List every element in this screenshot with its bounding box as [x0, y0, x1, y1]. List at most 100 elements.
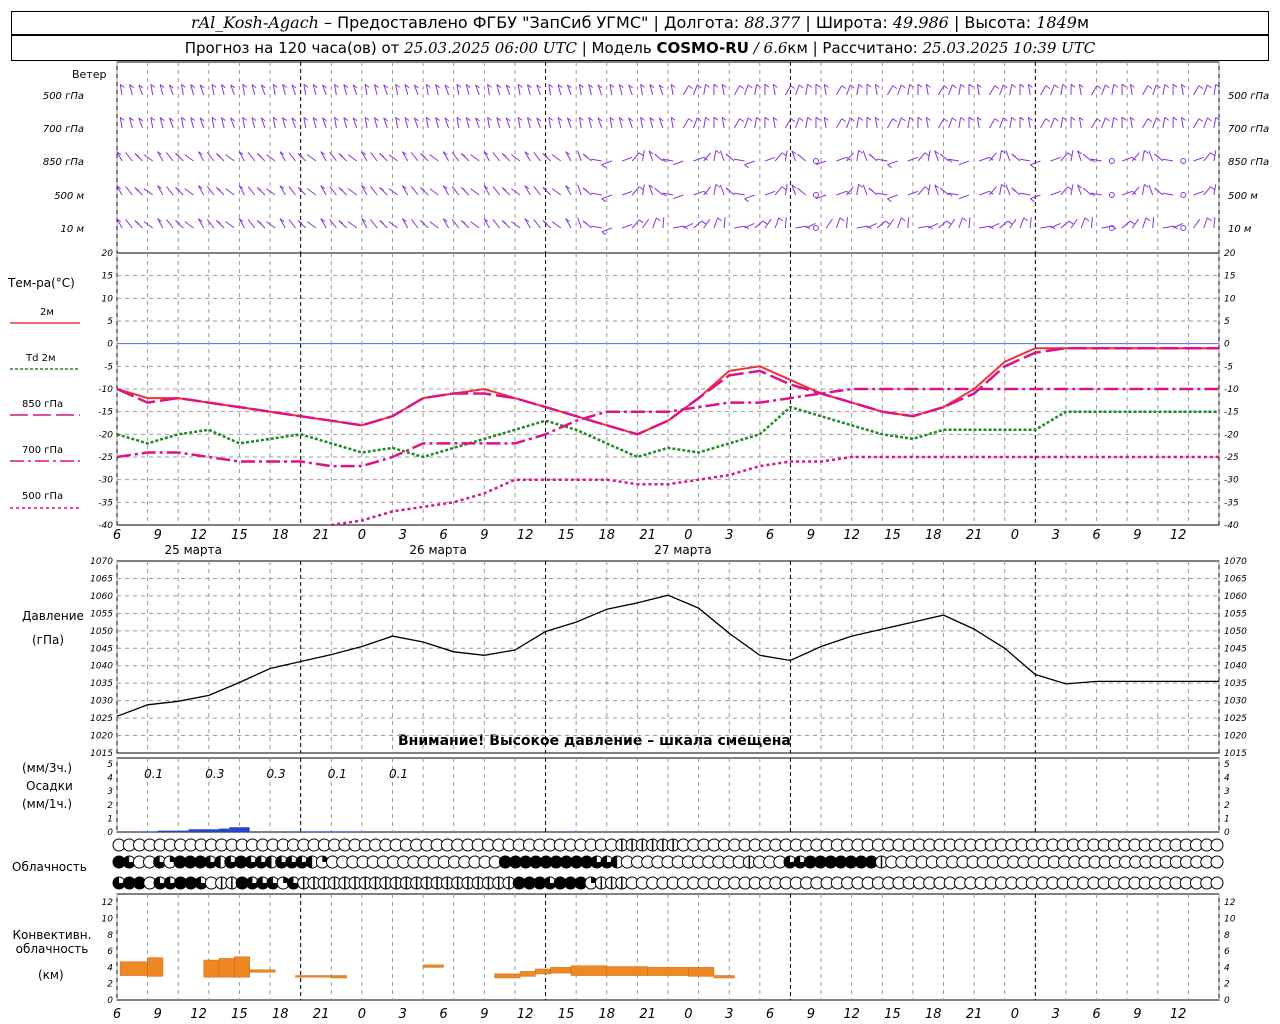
wind-barb	[1152, 217, 1155, 229]
temp-time-tick: 9	[1133, 528, 1141, 543]
wind-barb-feather	[1019, 83, 1025, 88]
wind-barb	[1152, 117, 1157, 129]
wind-barb	[764, 190, 776, 196]
wind-barb-feather	[778, 217, 784, 222]
wind-barb-feather	[1144, 183, 1149, 188]
wind-barb	[846, 84, 851, 96]
temp-time-tick: 21	[639, 528, 656, 543]
wind-barb-feather	[744, 198, 749, 203]
day-label: 26 марта	[409, 543, 466, 557]
wind-barb-feather	[1145, 217, 1151, 222]
wind-barb	[988, 85, 996, 96]
wind-barb-feather	[866, 116, 872, 121]
wind-barb	[897, 84, 902, 96]
wind-barb-feather	[1156, 117, 1161, 122]
precip-tick-left: 3	[107, 787, 113, 797]
wind-barb-feather	[1007, 220, 1013, 225]
pressure-tick-left: 1035	[90, 679, 113, 689]
wind-barb	[999, 220, 1009, 229]
wind-barb-feather	[1164, 116, 1170, 121]
pressure-tick-left: 1015	[90, 749, 113, 759]
pressure-tick-right: 1050	[1224, 627, 1247, 637]
precip-tick-right: 0	[1224, 828, 1230, 838]
wind-barb	[388, 154, 398, 162]
wind-barb-feather	[715, 183, 721, 188]
wind-barb	[719, 184, 725, 196]
conv-time-tick: 21	[313, 1007, 330, 1022]
wind-barb	[876, 220, 886, 229]
wind-barb-feather	[1011, 116, 1016, 121]
conv-tick-left: 4	[107, 963, 113, 973]
conv-time-tick: 3	[725, 1007, 733, 1022]
wind-barb-feather	[1207, 84, 1212, 89]
pressure-tick-right: 1070	[1224, 557, 1247, 567]
wind-barb	[825, 218, 833, 229]
wind-barb-feather	[601, 231, 607, 236]
conv-time-tick: 12	[843, 1007, 860, 1022]
pressure-tick-right: 1060	[1224, 592, 1247, 602]
precip-sum-label: 0.3	[267, 767, 286, 781]
wind-barb	[143, 188, 154, 196]
temp-tick-right: -40	[1224, 521, 1239, 531]
wind-barb	[1090, 217, 1093, 229]
wind-barb	[673, 225, 684, 229]
wind-barb-feather	[1054, 117, 1059, 122]
wind-barb	[1060, 186, 1069, 196]
precip-bar	[321, 831, 332, 832]
wind-barb-feather	[1019, 116, 1025, 121]
precip-tick-right: 2	[1224, 801, 1230, 811]
pressure-tick-right: 1055	[1224, 609, 1247, 619]
wind-barb	[1019, 217, 1025, 229]
wind-barb-feather	[841, 118, 847, 123]
wind-barb	[764, 156, 776, 162]
temp-tick-right: -35	[1224, 498, 1239, 508]
conv-time-tick: 9	[807, 1007, 815, 1022]
wind-barb-feather	[960, 83, 965, 88]
wind-barb	[288, 219, 296, 229]
wind-barb	[1148, 184, 1154, 196]
wind-barb-feather	[1068, 220, 1074, 225]
cloud-symbol-fill	[214, 856, 221, 868]
temp-tick-right: -5	[1224, 362, 1233, 372]
wind-barb-feather	[1070, 83, 1076, 88]
wind-barb	[1060, 220, 1070, 229]
wind-barb	[1193, 118, 1200, 129]
wind-barb	[533, 152, 541, 162]
wind-barb	[1009, 117, 1013, 129]
temp-tick-left: -15	[98, 408, 113, 418]
conv-time-tick: 3	[1052, 1007, 1060, 1022]
wind-barb-feather	[1105, 117, 1110, 122]
temp-tick-right: -25	[1224, 453, 1239, 463]
wind-barb	[1142, 85, 1149, 96]
wind-barb	[551, 188, 562, 196]
wind-barb	[429, 154, 439, 162]
wind-barb	[1162, 117, 1166, 129]
wind-barb	[577, 217, 582, 229]
temp-time-tick: 0	[358, 528, 366, 543]
wind-barb-feather	[994, 118, 1000, 123]
conv-time-tick: 9	[480, 1007, 488, 1022]
wind-barb	[266, 154, 276, 162]
precip-bar	[198, 829, 209, 832]
wind-barb	[948, 84, 953, 96]
wind-barb	[797, 187, 807, 196]
conv-bar	[519, 971, 536, 977]
wind-barb-feather	[841, 85, 847, 90]
wind-barb	[451, 186, 460, 196]
temp-tick-left: -10	[98, 385, 113, 395]
wind-barb	[247, 152, 256, 162]
wind-barb	[533, 186, 541, 196]
wind-barb	[125, 152, 133, 162]
conv-time-tick: 9	[1133, 1007, 1141, 1022]
wind-barb	[754, 84, 758, 96]
temp-time-tick: 15	[558, 528, 575, 543]
precip-bar	[208, 829, 220, 832]
wind-barb-feather	[582, 153, 588, 158]
wind-barb	[470, 221, 480, 229]
conv-time-tick: 12	[517, 1007, 534, 1022]
wind-barb-feather	[744, 164, 749, 169]
wind-barb	[551, 221, 562, 229]
wind-barb-feather	[582, 220, 588, 225]
wind-barb	[940, 153, 949, 162]
precip-tick-left: 1	[107, 814, 113, 824]
